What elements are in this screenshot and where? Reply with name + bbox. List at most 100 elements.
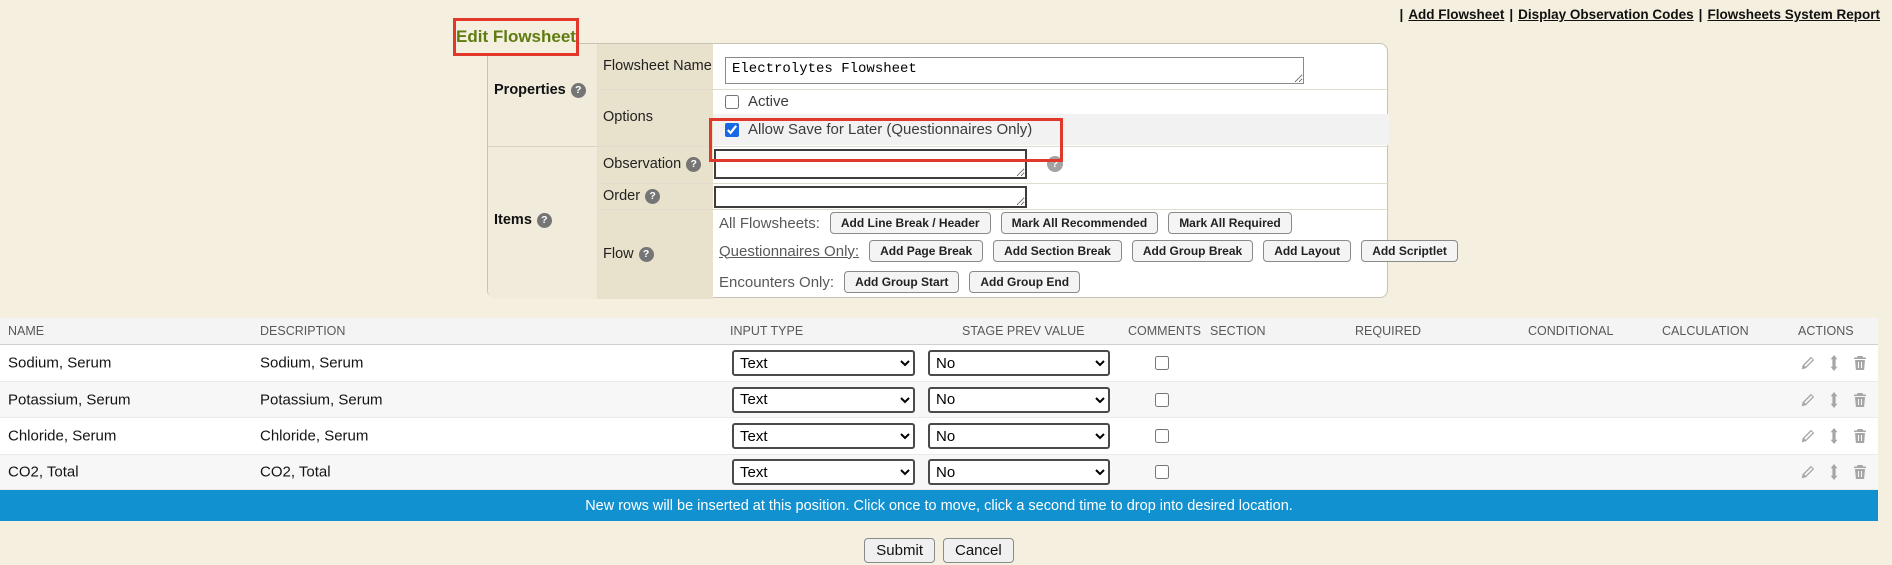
label-flowsheet-name: Flowsheet Name <box>603 58 712 74</box>
move-row-icon[interactable] <box>1826 428 1842 444</box>
nav-separator: | <box>1400 7 1404 22</box>
row-divider <box>598 183 1389 184</box>
move-row-icon[interactable] <box>1826 464 1842 480</box>
comments-checkbox[interactable] <box>1155 393 1169 407</box>
row-actions <box>1800 355 1868 371</box>
group-label-items: Items ? <box>494 212 552 228</box>
submit-button[interactable]: Submit <box>864 538 935 563</box>
nav-link-display-observation-codes[interactable]: Display Observation Codes <box>1518 7 1694 22</box>
col-header-stage-prev-value: STAGE PREV VALUE <box>962 324 1085 338</box>
table-row: CO2, Total CO2, Total Text No <box>0 455 1878 490</box>
flow-caption-questionnaires-only: Questionnaires Only: <box>719 243 859 260</box>
input-type-select[interactable]: Text <box>732 423 915 449</box>
nav-separator: | <box>1699 7 1703 22</box>
col-header-required: REQUIRED <box>1355 324 1421 338</box>
add-line-break-header-button[interactable]: Add Line Break / Header <box>830 212 991 234</box>
help-icon-properties[interactable]: ? <box>571 83 586 98</box>
label-flow: Flow ? <box>603 246 654 262</box>
edit-flowsheet-page: { "top_nav": { "separator": "|", "links"… <box>0 0 1892 565</box>
comments-checkbox[interactable] <box>1155 356 1169 370</box>
page-title: Edit Flowsheet <box>456 27 576 47</box>
delete-trash-icon[interactable] <box>1852 464 1868 480</box>
col-header-input-type: INPUT TYPE <box>730 324 803 338</box>
row-actions <box>1800 392 1868 408</box>
input-type-select[interactable]: Text <box>732 387 915 413</box>
flow-caption-all-flowsheets: All Flowsheets: <box>719 215 820 232</box>
nav-link-flowsheets-system-report[interactable]: Flowsheets System Report <box>1707 7 1880 22</box>
comments-checkbox[interactable] <box>1155 465 1169 479</box>
allow-save-annotation <box>709 118 1063 162</box>
help-icon-order[interactable]: ? <box>645 189 660 204</box>
stage-prev-value-select[interactable]: No <box>928 350 1110 376</box>
add-scriptlet-button[interactable]: Add Scriptlet <box>1361 240 1458 262</box>
edit-pencil-icon[interactable] <box>1800 355 1816 371</box>
table-header-row: NAME DESCRIPTION INPUT TYPE STAGE PREV V… <box>0 318 1878 345</box>
item-name: Chloride, Serum <box>8 428 116 445</box>
edit-pencil-icon[interactable] <box>1800 392 1816 408</box>
table-row: Chloride, Serum Chloride, Serum Text No <box>0 418 1878 455</box>
row-divider <box>598 209 1389 210</box>
col-header-section: SECTION <box>1210 324 1266 338</box>
group-divider <box>488 146 598 147</box>
input-type-select[interactable]: Text <box>732 350 915 376</box>
help-icon-flow[interactable]: ? <box>639 247 654 262</box>
delete-trash-icon[interactable] <box>1852 355 1868 371</box>
help-icon-items[interactable]: ? <box>537 213 552 228</box>
add-page-break-button[interactable]: Add Page Break <box>869 240 983 262</box>
edit-flowsheet-title-annotation: Edit Flowsheet <box>453 18 579 56</box>
mark-all-required-button[interactable]: Mark All Required <box>1168 212 1292 234</box>
footer-buttons: Submit Cancel <box>0 538 1878 563</box>
col-header-name: NAME <box>8 324 44 338</box>
col-header-description: DESCRIPTION <box>260 324 345 338</box>
help-icon-observation[interactable]: ? <box>686 157 701 172</box>
label-observation: Observation ? <box>603 156 701 172</box>
item-description: Potassium, Serum <box>260 391 383 408</box>
edit-flowsheet-form: Properties ? Items ? Flowsheet Name Opti… <box>487 43 1388 298</box>
cancel-button[interactable]: Cancel <box>943 538 1014 563</box>
stage-prev-value-select[interactable]: No <box>928 459 1110 485</box>
col-header-conditional: CONDITIONAL <box>1528 324 1613 338</box>
nav-link-add-flowsheet[interactable]: Add Flowsheet <box>1408 7 1504 22</box>
flowsheet-name-input[interactable]: Electrolytes Flowsheet <box>725 57 1304 84</box>
input-type-select[interactable]: Text <box>732 459 915 485</box>
add-group-break-button[interactable]: Add Group Break <box>1132 240 1253 262</box>
col-header-calculation: CALCULATION <box>1662 324 1749 338</box>
row-actions <box>1800 464 1868 480</box>
table-row: Sodium, Serum Sodium, Serum Text No <box>0 345 1878 382</box>
insert-position-bar[interactable]: New rows will be inserted at this positi… <box>0 490 1878 521</box>
item-description: Sodium, Serum <box>260 355 363 372</box>
flow-caption-encounters-only: Encounters Only: <box>719 274 834 291</box>
mark-all-recommended-button[interactable]: Mark All Recommended <box>1001 212 1159 234</box>
active-label: Active <box>748 93 789 110</box>
insert-position-message: New rows will be inserted at this positi… <box>585 498 1293 514</box>
stage-prev-value-select[interactable]: No <box>928 387 1110 413</box>
edit-pencil-icon[interactable] <box>1800 428 1816 444</box>
add-layout-button[interactable]: Add Layout <box>1263 240 1351 262</box>
active-checkbox[interactable] <box>725 95 739 109</box>
edit-pencil-icon[interactable] <box>1800 464 1816 480</box>
group-label-properties: Properties ? <box>494 82 586 98</box>
nav-separator: | <box>1509 7 1513 22</box>
move-row-icon[interactable] <box>1826 392 1842 408</box>
flow-row-all-flowsheets: All Flowsheets: Add Line Break / Header … <box>719 212 1292 234</box>
add-section-break-button[interactable]: Add Section Break <box>993 240 1122 262</box>
item-name: CO2, Total <box>8 464 79 481</box>
col-header-actions: ACTIONS <box>1798 324 1854 338</box>
comments-checkbox[interactable] <box>1155 429 1169 443</box>
label-order: Order ? <box>603 188 660 204</box>
option-row-active: Active <box>713 89 1389 114</box>
col-header-comments: COMMENTS <box>1128 324 1201 338</box>
top-nav: | Add Flowsheet | Display Observation Codes… <box>1399 7 1884 22</box>
order-input[interactable] <box>714 186 1027 208</box>
add-group-start-button[interactable]: Add Group Start <box>844 271 959 293</box>
move-row-icon[interactable] <box>1826 355 1842 371</box>
item-name: Sodium, Serum <box>8 355 111 372</box>
delete-trash-icon[interactable] <box>1852 392 1868 408</box>
label-options: Options <box>603 109 653 125</box>
stage-prev-value-select[interactable]: No <box>928 423 1110 449</box>
flow-row-encounters-only: Encounters Only: Add Group Start Add Gro… <box>719 271 1080 293</box>
add-group-end-button[interactable]: Add Group End <box>969 271 1080 293</box>
delete-trash-icon[interactable] <box>1852 428 1868 444</box>
item-description: CO2, Total <box>260 464 331 481</box>
item-name: Potassium, Serum <box>8 391 131 408</box>
